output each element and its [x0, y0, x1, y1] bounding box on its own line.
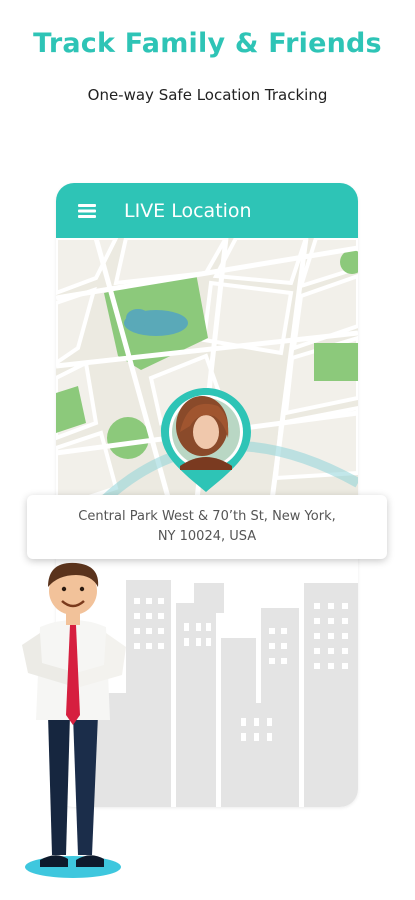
man-illustration	[18, 555, 133, 895]
hamburger-menu-icon[interactable]	[78, 183, 112, 238]
app-title: LIVE Location	[124, 199, 252, 222]
subheadline: One-way Safe Location Tracking	[87, 86, 328, 104]
location-pin[interactable]	[158, 386, 254, 494]
address-card[interactable]: Central Park West & 70’th St, New York, …	[27, 495, 387, 559]
headline: Track Family & Friends	[33, 28, 382, 59]
address-line-2: NY 10024, USA	[157, 529, 257, 544]
app-bar: LIVE Location	[56, 183, 358, 238]
address-line-1: Central Park West & 70’th St, New York,	[78, 509, 336, 524]
